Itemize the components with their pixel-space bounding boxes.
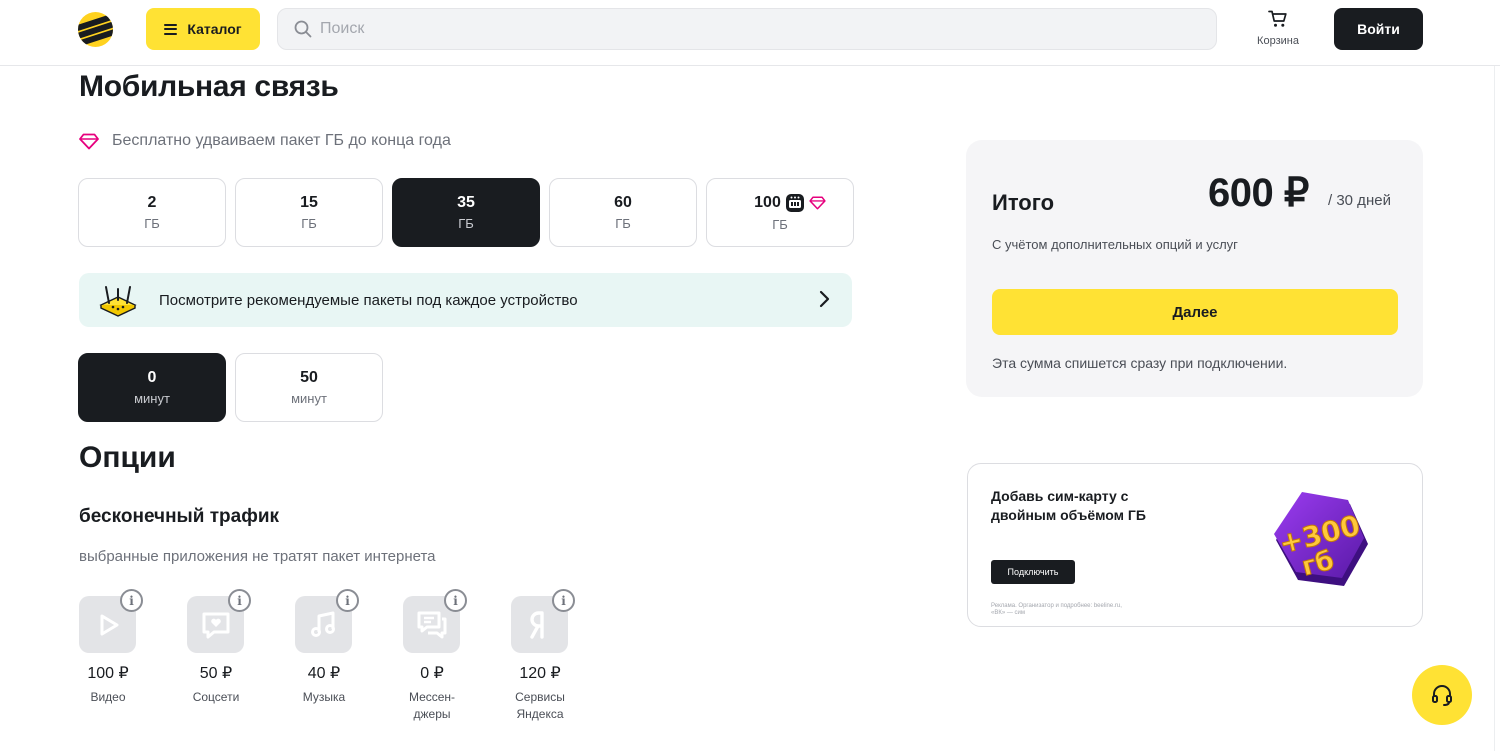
minutes-option-50[interactable]: 50 минут [235, 353, 383, 422]
gb-option-unit: ГБ [144, 216, 160, 231]
app-options-list: i 100 ₽ Видео i 50 ₽ Соцсети i 40 ₽ Музы… [79, 589, 575, 723]
ad-disclaimer: Реклама. Организатор и подробнее: beelin… [991, 603, 1122, 616]
app-label: Мессен- джеры [408, 690, 456, 721]
minutes-option-0[interactable]: 0 минут [78, 353, 226, 422]
app-option-music[interactable]: i 40 ₽ Музыка [295, 589, 359, 723]
diamond-icon [809, 196, 826, 210]
search-input[interactable] [320, 20, 1180, 38]
chevron-right-icon [819, 290, 830, 308]
headset-icon [1432, 685, 1452, 706]
gb-promo-text: Бесплатно удваиваем пакет ГБ до конца го… [112, 132, 451, 149]
music-note-icon [310, 611, 335, 637]
chat-heart-icon [202, 612, 229, 638]
order-summary-card: Итого 600 ₽ / 30 дней С учётом дополните… [966, 140, 1423, 397]
info-icon[interactable]: i [120, 589, 143, 612]
page-scrollbar[interactable] [1494, 66, 1500, 751]
search-icon [294, 20, 312, 38]
support-chat-button[interactable] [1412, 665, 1472, 725]
app-price: 120 ₽ [519, 665, 561, 682]
info-icon[interactable]: i [336, 589, 359, 612]
minutes-option-value: 50 [300, 369, 318, 386]
diamond-icon [79, 133, 99, 149]
gb-option-15[interactable]: 15 ГБ [235, 178, 383, 247]
site-header: Каталог Корзина Войти [0, 0, 1500, 66]
cart-button[interactable]: Корзина [1250, 10, 1306, 50]
info-icon[interactable]: i [444, 589, 467, 612]
app-price: 0 ₽ [420, 665, 444, 682]
beeline-logo[interactable] [78, 12, 113, 47]
gb-option-value: 60 [614, 194, 632, 211]
unlimited-traffic-description: выбранные приложения не тратят пакет инт… [79, 548, 436, 565]
login-button[interactable]: Войти [1334, 8, 1423, 50]
unlimited-traffic-heading: бесконечный трафик [79, 506, 280, 527]
total-label: Итого [992, 190, 1055, 215]
app-label: Видео [90, 690, 126, 704]
app-label: Соцсети [192, 690, 240, 704]
minutes-option-value: 0 [147, 369, 157, 386]
app-price: 50 ₽ [199, 665, 233, 682]
total-note: С учётом дополнительных опций и услуг [992, 237, 1238, 252]
info-icon[interactable]: i [552, 589, 575, 612]
router-icon [785, 194, 804, 212]
page-title: Мобильная связь [79, 70, 339, 103]
app-label: Музыка [302, 690, 346, 704]
options-heading: Опции [79, 441, 176, 474]
charge-notice: Эта сумма спишется сразу при подключении… [992, 355, 1288, 371]
gb-option-value: 100 [754, 194, 781, 211]
sim-promo-title: Добавь сим-карту с двойным объёмом ГБ [991, 488, 1146, 523]
app-label: Сервисы Яндекса [515, 690, 565, 721]
cart-label: Корзина [1257, 35, 1299, 47]
device-packages-banner[interactable]: Посмотрите рекомендуемые пакеты под кажд… [79, 273, 852, 327]
gb-option-value: 2 [147, 194, 157, 211]
menu-icon [164, 23, 178, 35]
gb-option-60[interactable]: 60 ГБ [549, 178, 697, 247]
gb-option-value: 35 [457, 194, 475, 211]
gb-option-100[interactable]: 100 ГБ [706, 178, 854, 247]
app-option-yandex[interactable]: i 120 ₽ Сервисы Яндекса [511, 589, 575, 723]
minutes-option-unit: минут [291, 391, 327, 406]
app-option-social[interactable]: i 50 ₽ Соцсети [187, 589, 251, 723]
gb-option-2[interactable]: 2 ГБ [78, 178, 226, 247]
search-bar[interactable] [277, 8, 1217, 50]
yandex-icon [529, 610, 544, 639]
device-banner-text: Посмотрите рекомендуемые пакеты под кажд… [159, 291, 578, 309]
app-price: 100 ₽ [87, 665, 129, 682]
connect-button[interactable]: Подключить [991, 560, 1075, 584]
gb-package-selector: 2 ГБ 15 ГБ 35 ГБ 60 ГБ 100 ГБ [78, 178, 854, 247]
cart-icon [1268, 10, 1287, 27]
router-illustration-icon [99, 286, 137, 317]
total-period: / 30 дней [1328, 192, 1391, 209]
total-price: 600 ₽ [1208, 171, 1309, 215]
next-button[interactable]: Далее [992, 289, 1398, 335]
sim-promo-banner[interactable]: Добавь сим-карту с двойным объёмом ГБ По… [967, 463, 1423, 627]
minutes-option-unit: минут [134, 391, 170, 406]
messages-icon [417, 611, 446, 638]
info-icon[interactable]: i [228, 589, 251, 612]
gb-promo-line: Бесплатно удваиваем пакет ГБ до конца го… [79, 132, 451, 150]
catalog-button-label: Каталог [187, 21, 242, 37]
play-icon [100, 614, 118, 635]
gb-option-unit: ГБ [301, 216, 317, 231]
gb-option-unit: ГБ [458, 216, 474, 231]
gb-option-unit: ГБ [615, 216, 631, 231]
gb-option-35[interactable]: 35 ГБ [392, 178, 540, 247]
300gb-badge-icon: +300 гб [1274, 492, 1368, 586]
gb-option-value: 15 [300, 194, 318, 211]
app-price: 40 ₽ [307, 665, 341, 682]
catalog-button[interactable]: Каталог [146, 8, 260, 50]
app-option-messengers[interactable]: i 0 ₽ Мессен- джеры [403, 589, 467, 723]
gb-option-unit: ГБ [772, 217, 788, 232]
minutes-package-selector: 0 минут 50 минут [78, 353, 383, 422]
app-option-video[interactable]: i 100 ₽ Видео [79, 589, 143, 723]
